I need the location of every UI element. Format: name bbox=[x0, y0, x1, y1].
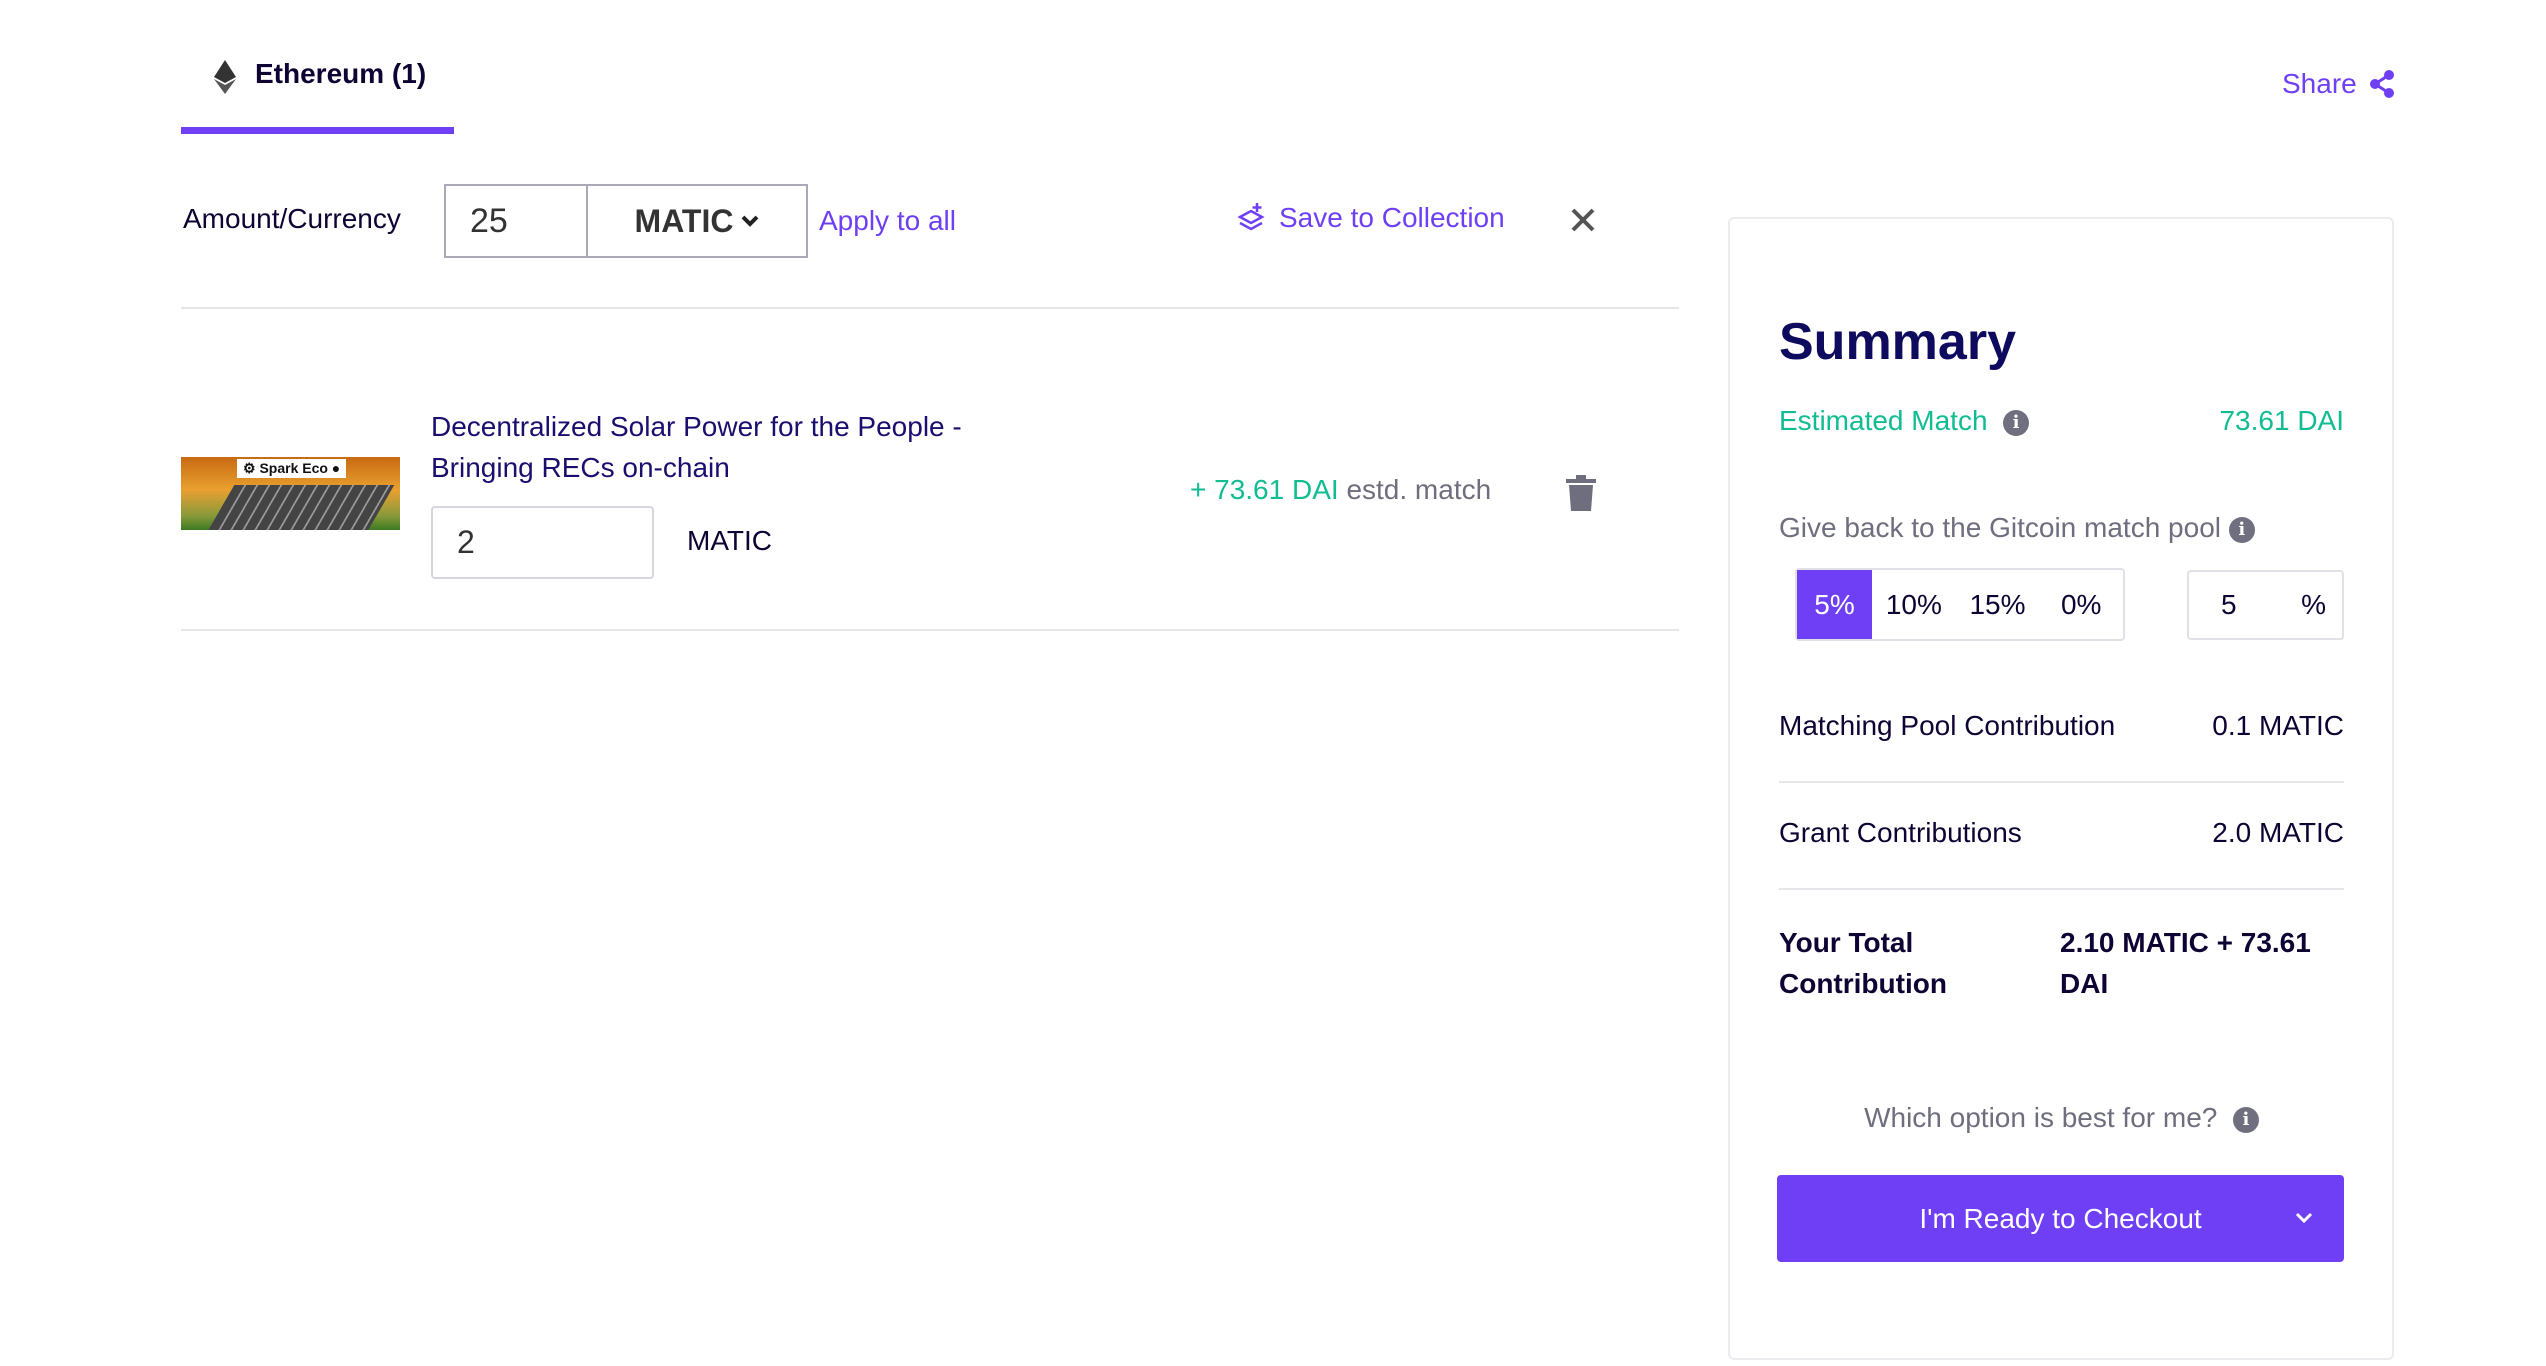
summary-title: Summary bbox=[1779, 313, 2016, 371]
match-suffix: estd. match bbox=[1346, 474, 1492, 505]
match-value: + 73.61 DAI bbox=[1190, 474, 1339, 505]
estimated-match-value: 73.61 DAI bbox=[2219, 405, 2344, 436]
total-label: Your Total Contribution bbox=[1779, 922, 1947, 1004]
grant-amount-input[interactable]: 2 bbox=[431, 506, 654, 579]
estimated-match-row: Estimated Match i 73.61 DAI bbox=[1779, 405, 2344, 437]
give-back-options: 5% 10% 15% 0% bbox=[1795, 568, 2125, 641]
checkout-button[interactable]: I'm Ready to Checkout bbox=[1777, 1175, 2344, 1262]
custom-percent-input[interactable]: 5 % bbox=[2187, 570, 2344, 640]
grant-contributions-value: 2.0 MATIC bbox=[2212, 817, 2344, 848]
info-icon[interactable]: i bbox=[2232, 1106, 2259, 1133]
info-icon[interactable]: i bbox=[2003, 409, 2030, 436]
grant-contributions-row: Grant Contributions 2.0 MATIC bbox=[1779, 817, 2344, 849]
total-value: 2.10 MATIC + 73.61 DAI bbox=[2060, 922, 2311, 1004]
info-icon[interactable]: i bbox=[2228, 516, 2255, 543]
total-label-line2: Contribution bbox=[1779, 968, 1947, 999]
grant-title-link[interactable]: Decentralized Solar Power for the People… bbox=[431, 406, 962, 488]
chevron-down-icon[interactable] bbox=[2294, 1211, 2314, 1225]
option-15[interactable]: 15% bbox=[1956, 570, 2040, 639]
custom-percent-value: 5 bbox=[2221, 589, 2237, 620]
total-value-line1: 2.10 MATIC + 73.61 bbox=[2060, 927, 2311, 958]
grant-image[interactable]: ⚙ Spark Eco ● bbox=[181, 457, 400, 530]
matching-pool-value: 0.1 MATIC bbox=[2212, 710, 2344, 741]
matching-pool-row: Matching Pool Contribution 0.1 MATIC bbox=[1779, 710, 2344, 742]
custom-percent-unit: % bbox=[2301, 589, 2326, 620]
spark-eco-logo: ⚙ Spark Eco ● bbox=[237, 459, 347, 478]
matching-pool-label: Matching Pool Contribution bbox=[1779, 710, 2116, 741]
give-back-label-row: Give back to the Gitcoin match pool i bbox=[1779, 512, 2255, 544]
solar-panel-shape bbox=[207, 485, 395, 530]
grant-contributions-label: Grant Contributions bbox=[1779, 817, 2022, 848]
total-label-line1: Your Total bbox=[1779, 927, 1914, 958]
total-value-line2: DAI bbox=[2060, 968, 2109, 999]
divider bbox=[181, 629, 1679, 631]
checkout-label: I'm Ready to Checkout bbox=[1919, 1202, 2202, 1234]
give-back-label: Give back to the Gitcoin match pool bbox=[1779, 512, 2221, 543]
grant-title-line1: Decentralized Solar Power for the People… bbox=[431, 411, 962, 442]
estimated-match-label: Estimated Match bbox=[1779, 405, 1988, 436]
grant-row: ⚙ Spark Eco ● Decentralized Solar Power … bbox=[0, 0, 1700, 630]
option-5[interactable]: 5% bbox=[1797, 570, 1872, 639]
estimated-match-text: + 73.61 DAI estd. match bbox=[1190, 474, 1491, 506]
which-option-row: Which option is best for me? i bbox=[1779, 1102, 2344, 1134]
share-button[interactable]: Share bbox=[2282, 68, 2395, 100]
share-label: Share bbox=[2282, 68, 2357, 99]
grant-title-line2: Bringing RECs on-chain bbox=[431, 452, 730, 483]
divider bbox=[1779, 888, 2344, 890]
share-icon bbox=[2369, 70, 2394, 98]
divider bbox=[1779, 781, 2344, 783]
which-option-link[interactable]: Which option is best for me? bbox=[1864, 1102, 2217, 1133]
trash-icon[interactable] bbox=[1566, 475, 1596, 511]
grant-currency: MATIC bbox=[687, 525, 773, 556]
option-10[interactable]: 10% bbox=[1872, 570, 1956, 639]
option-0[interactable]: 0% bbox=[2039, 570, 2123, 639]
